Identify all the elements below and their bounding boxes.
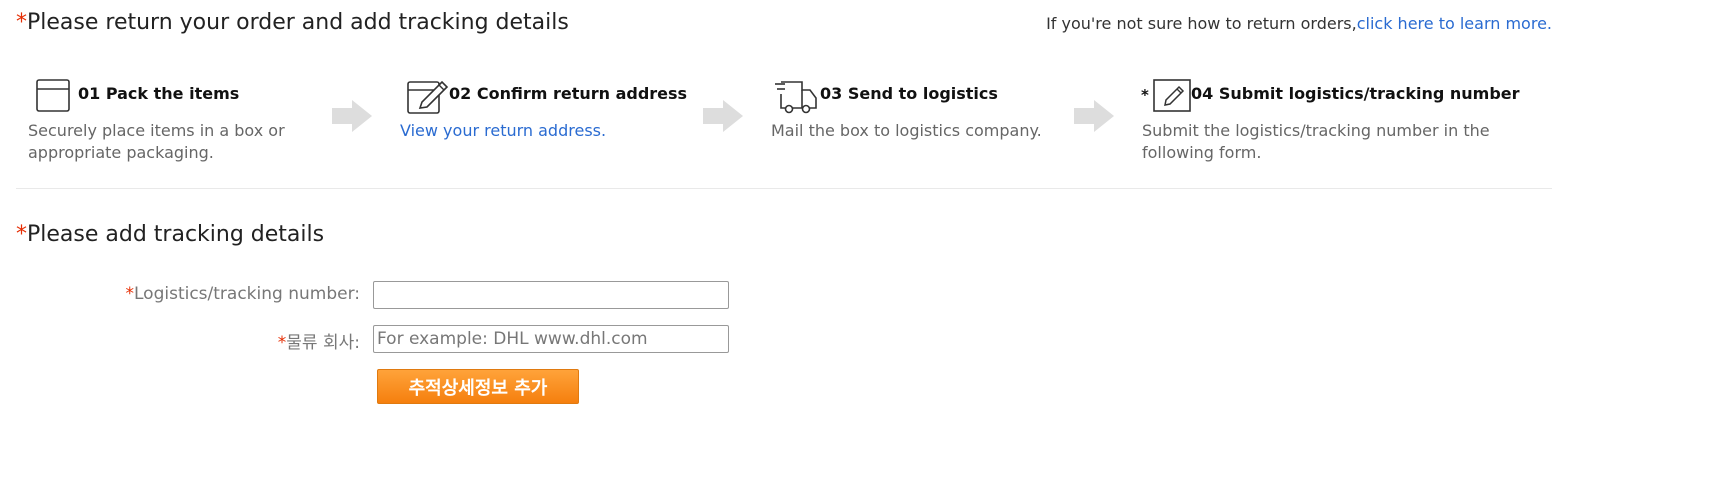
view-return-address-link[interactable]: View your return address. <box>400 120 690 142</box>
pencil-icon <box>1153 79 1191 112</box>
page-title: *Please return your order and add tracki… <box>16 10 569 35</box>
step-required-mark: * <box>1141 86 1149 104</box>
section-divider <box>16 188 1552 189</box>
form-title-text: Please add tracking details <box>27 222 325 247</box>
truck-icon <box>775 81 817 114</box>
form-title: *Please add tracking details <box>16 222 324 247</box>
step-title: 04 Submit logistics/tracking number <box>1191 84 1520 103</box>
step-title: 03 Send to logistics <box>820 84 998 103</box>
step-desc: Mail the box to logistics company. <box>771 121 1042 140</box>
required-mark: * <box>16 10 27 35</box>
box-icon <box>36 79 70 112</box>
page-title-text: Please return your order and add trackin… <box>27 10 569 35</box>
logistics-company-input[interactable] <box>373 325 729 353</box>
arrow-right-icon <box>1074 100 1114 132</box>
step-desc: Submit the logistics/tracking number in … <box>1142 121 1490 162</box>
tracking-number-label: *Logistics/tracking number: <box>126 284 361 304</box>
step-title: 02 Confirm return address <box>449 84 688 103</box>
tracking-number-label-text: Logistics/tracking number: <box>134 284 360 304</box>
add-tracking-button[interactable]: 추적상세정보 추가 <box>377 369 579 404</box>
learn-more-link[interactable]: click here to learn more. <box>1357 14 1552 33</box>
help-text-label: If you're not sure how to return orders, <box>1046 14 1357 33</box>
required-mark: * <box>16 222 27 247</box>
logistics-company-label-text: 물류 회사: <box>286 333 360 353</box>
required-mark: * <box>125 284 135 304</box>
arrow-right-icon <box>703 100 743 132</box>
step-title: 01 Pack the items <box>78 84 240 103</box>
logistics-company-label: *물류 회사: <box>278 328 360 353</box>
step-desc: Securely place items in a box or appropr… <box>28 121 285 162</box>
edit-address-icon <box>407 80 449 114</box>
arrow-right-icon <box>332 100 372 132</box>
help-text: If you're not sure how to return orders,… <box>1046 14 1552 33</box>
tracking-number-input[interactable] <box>373 281 729 309</box>
